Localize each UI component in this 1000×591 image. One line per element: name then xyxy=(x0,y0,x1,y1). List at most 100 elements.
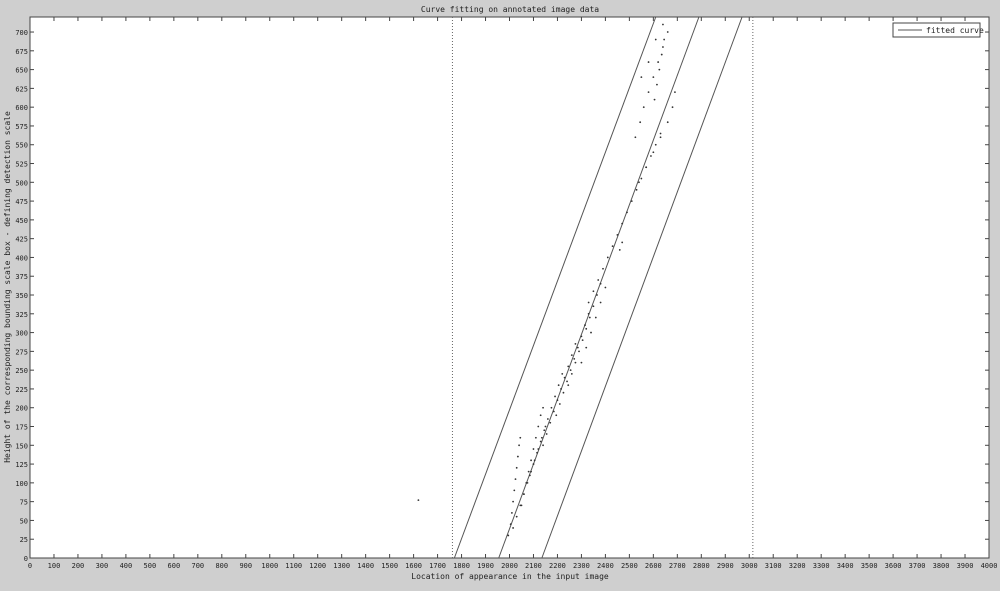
x-tick-label: 2300 xyxy=(573,562,590,570)
data-point xyxy=(515,466,518,469)
data-point xyxy=(519,436,522,439)
data-point xyxy=(562,391,565,394)
data-point xyxy=(574,342,577,345)
data-point xyxy=(580,335,583,338)
y-tick-label: 300 xyxy=(15,330,28,338)
x-tick-label: 3900 xyxy=(957,562,974,570)
data-point xyxy=(530,470,532,473)
x-tick-label: 2700 xyxy=(669,562,686,570)
data-point xyxy=(657,61,660,63)
data-point xyxy=(563,376,566,379)
x-tick-label: 1600 xyxy=(405,562,422,570)
x-tick-label: 3300 xyxy=(813,562,830,570)
x-tick-label: 0 xyxy=(28,562,32,570)
y-tick-label: 475 xyxy=(15,198,28,206)
data-point xyxy=(626,211,628,214)
data-point xyxy=(526,481,529,484)
x-tick-label: 900 xyxy=(239,562,252,570)
data-point xyxy=(599,282,602,285)
data-point xyxy=(597,279,600,281)
x-tick-label: 1700 xyxy=(429,562,446,570)
y-tick-label: 600 xyxy=(15,104,28,112)
x-tick-label: 2600 xyxy=(645,562,662,570)
data-point xyxy=(417,499,420,502)
y-tick-label: 675 xyxy=(15,48,28,56)
y-axis-label: Height of the corresponding bounding sca… xyxy=(3,111,12,463)
data-point xyxy=(647,91,650,94)
x-tick-label: 3600 xyxy=(885,562,902,570)
data-point xyxy=(587,312,590,315)
data-point xyxy=(537,448,540,450)
data-point xyxy=(594,316,597,319)
y-tick-label: 125 xyxy=(15,461,28,469)
data-point xyxy=(611,245,614,248)
chart-title: Curve fitting on annotated image data xyxy=(421,5,599,14)
y-tick-label: 650 xyxy=(15,67,28,75)
x-tick-label: 1000 xyxy=(261,562,278,570)
data-point xyxy=(550,406,553,409)
data-point xyxy=(640,76,643,79)
x-tick-label: 3200 xyxy=(789,562,806,570)
data-point xyxy=(590,331,592,334)
data-point xyxy=(621,222,624,225)
data-point xyxy=(652,76,655,79)
data-point xyxy=(544,425,547,428)
data-point xyxy=(514,478,517,481)
data-point xyxy=(567,365,570,368)
data-point xyxy=(570,354,573,357)
y-tick-label: 75 xyxy=(20,499,28,507)
data-point xyxy=(542,444,544,447)
x-tick-label: 1200 xyxy=(309,562,326,570)
x-tick-label: 3800 xyxy=(933,562,950,570)
data-point xyxy=(630,200,633,202)
data-point xyxy=(512,527,514,529)
data-point xyxy=(569,369,572,372)
data-point xyxy=(658,68,661,71)
data-point xyxy=(510,512,513,514)
y-tick-label: 325 xyxy=(15,311,28,319)
x-tick-label: 3100 xyxy=(765,562,782,570)
x-tick-label: 500 xyxy=(144,562,157,570)
data-point xyxy=(662,46,664,48)
data-point xyxy=(653,98,656,101)
data-point xyxy=(635,188,638,191)
data-point xyxy=(639,121,642,124)
data-point xyxy=(584,324,586,326)
data-point xyxy=(574,361,577,364)
x-tick-label: 800 xyxy=(215,562,228,570)
data-point xyxy=(581,339,584,341)
y-tick-label: 625 xyxy=(15,85,28,93)
data-point xyxy=(555,414,558,417)
x-tick-label: 700 xyxy=(191,562,204,570)
data-point xyxy=(640,177,643,180)
x-tick-label: 200 xyxy=(72,562,85,570)
data-point xyxy=(573,357,576,360)
data-point xyxy=(580,361,583,364)
data-point xyxy=(557,384,560,387)
x-tick-label: 3400 xyxy=(837,562,854,570)
x-tick-label: 600 xyxy=(168,562,181,570)
data-point xyxy=(527,470,530,473)
data-point xyxy=(549,421,552,424)
x-axis-label: Location of appearance in the input imag… xyxy=(411,572,609,581)
data-point xyxy=(663,38,666,41)
data-point xyxy=(662,23,664,26)
data-point xyxy=(539,414,542,417)
data-point xyxy=(515,515,518,518)
chart-figure: Curve fitting on annotated image data Lo… xyxy=(0,0,1000,591)
plot-area xyxy=(29,16,990,559)
x-tick-label: 2500 xyxy=(621,562,638,570)
y-tick-label: 425 xyxy=(15,236,28,244)
x-tick-label: 1400 xyxy=(357,562,374,570)
y-tick-label: 0 xyxy=(24,555,28,563)
data-point xyxy=(638,181,640,184)
data-point xyxy=(534,436,537,439)
data-point xyxy=(543,429,546,432)
data-point xyxy=(606,256,609,259)
y-tick-label: 700 xyxy=(15,29,28,37)
x-tick-label: 3500 xyxy=(861,562,878,570)
y-tick-label: 225 xyxy=(15,386,28,394)
data-point xyxy=(671,106,674,109)
data-point xyxy=(647,61,650,63)
y-tick-label: 250 xyxy=(15,367,28,375)
